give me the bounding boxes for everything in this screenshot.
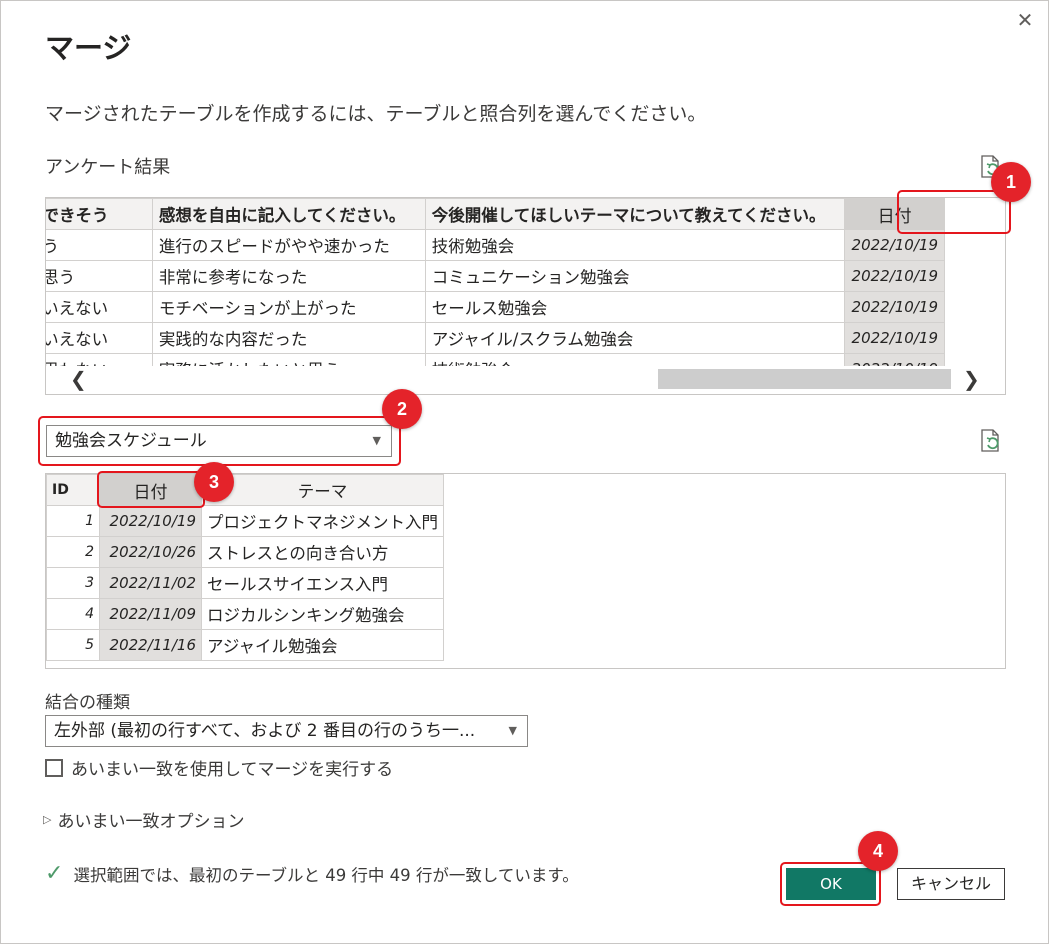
table-cell: セールスサイエンス入門	[201, 567, 444, 599]
table-row: もそう思う 非常に参考になった コミュニケーション勉強会 2022/10/19	[46, 260, 945, 292]
table-row: 5 2022/11/16 アジャイル勉強会	[46, 629, 444, 661]
expand-triangle-icon: ▷	[43, 813, 52, 826]
callout-badge-4: 4	[858, 831, 898, 871]
column-header[interactable]: に反映できそう	[46, 198, 153, 230]
callout-highlight-3	[97, 471, 205, 508]
table-cell: ストレスとの向き合い方	[201, 536, 444, 568]
table-cell-date: 2022/10/19	[844, 322, 945, 354]
table-cell: 技術勉強会	[424, 229, 846, 261]
table-cell: ロジカルシンキング勉強会	[201, 598, 444, 630]
horizontal-scrollbar[interactable]: ❮ ❯	[46, 366, 1004, 392]
table-row: 1 2022/10/19 プロジェクトマネジメント入門	[46, 505, 444, 537]
column-header[interactable]: 感想を自由に記入してください。	[151, 198, 426, 230]
table-cell-date: 2022/10/19	[844, 229, 945, 261]
table-row: らともいえない モチベーションが上がった セールス勉強会 2022/10/19	[46, 291, 945, 323]
table-cell: 進行のスピードがやや速かった	[151, 229, 426, 261]
table-row: そう思う 進行のスピードがやや速かった 技術勉強会 2022/10/19	[46, 229, 945, 261]
scroll-right-icon[interactable]: ❯	[963, 366, 980, 392]
table-cell-date: 2022/10/19	[844, 291, 945, 323]
chevron-down-icon: ▼	[508, 724, 517, 737]
table-cell: 実践的な内容だった	[151, 322, 426, 354]
callout-badge-2: 2	[382, 389, 422, 429]
first-table-name: アンケート結果	[45, 157, 171, 178]
table-row: らともいえない 実践的な内容だった アジャイル/スクラム勉強会 2022/10/…	[46, 322, 945, 354]
dialog-title: マージ	[45, 31, 132, 65]
table-cell-id: 5	[46, 629, 100, 661]
fuzzy-match-checkbox[interactable]	[45, 758, 63, 777]
join-kind-label: 結合の種類	[45, 693, 130, 713]
table-cell-id: 2	[46, 536, 100, 568]
scrollbar-thumb[interactable]	[658, 369, 951, 389]
table-cell: らともいえない	[46, 291, 153, 323]
column-header[interactable]: ID	[46, 474, 100, 506]
callout-highlight-4	[780, 862, 881, 906]
callout-badge-1: 1	[991, 162, 1031, 202]
checkmark-icon: ✓	[45, 861, 64, 886]
column-header[interactable]: テーマ	[201, 474, 444, 506]
table-cell-date: 2022/10/19	[844, 260, 945, 292]
table-cell: アジャイル/スクラム勉強会	[424, 322, 846, 354]
refresh-preview-icon[interactable]	[978, 428, 1004, 454]
table-cell: らともいえない	[46, 322, 153, 354]
scroll-left-icon[interactable]: ❮	[70, 366, 87, 392]
callout-badge-3: 3	[194, 462, 234, 502]
table-cell: コミュニケーション勉強会	[424, 260, 846, 292]
fuzzy-options-label: あいまい一致オプション	[57, 812, 245, 832]
dialog-subtitle: マージされたテーブルを作成するには、テーブルと照合列を選んでください。	[45, 103, 707, 125]
table-cell: プロジェクトマネジメント入門	[201, 505, 444, 537]
table-row: 2 2022/10/26 ストレスとの向き合い方	[46, 536, 444, 568]
table-cell: もそう思う	[46, 260, 153, 292]
table-cell-date: 2022/11/16	[99, 629, 202, 661]
fuzzy-options-expander[interactable]: ▷ あいまい一致オプション	[43, 807, 244, 832]
table-cell: 非常に参考になった	[151, 260, 426, 292]
merge-dialog: ✕ マージ マージされたテーブルを作成するには、テーブルと照合列を選んでください…	[0, 0, 1049, 944]
table-cell-id: 3	[46, 567, 100, 599]
match-status-text: 選択範囲では、最初のテーブルと 49 行中 49 行が一致しています。	[73, 865, 579, 885]
fuzzy-match-checkbox-row[interactable]: あいまい一致を使用してマージを実行する	[45, 755, 393, 780]
cancel-button[interactable]: キャンセル	[897, 868, 1005, 900]
table-row: 4 2022/11/09 ロジカルシンキング勉強会	[46, 598, 444, 630]
table-cell-date: 2022/10/19	[99, 505, 202, 537]
table-cell: そう思う	[46, 229, 153, 261]
table-cell-id: 4	[46, 598, 100, 630]
table-cell-date: 2022/10/26	[99, 536, 202, 568]
match-status: ✓ 選択範囲では、最初のテーブルと 49 行中 49 行が一致しています。	[45, 861, 579, 886]
column-header[interactable]: 今後開催してほしいテーマについて教えてください。	[424, 198, 846, 230]
callout-highlight-1	[897, 190, 1011, 234]
table-row: 3 2022/11/02 セールスサイエンス入門	[46, 567, 444, 599]
join-kind-dropdown[interactable]: 左外部 (最初の行すべて、および 2 番目の行のうち一... ▼	[45, 715, 528, 747]
close-icon[interactable]: ✕	[1014, 9, 1036, 31]
table-cell: モチベーションが上がった	[151, 291, 426, 323]
table-cell: セールス勉強会	[424, 291, 846, 323]
join-kind-selected: 左外部 (最初の行すべて、および 2 番目の行のうち一...	[54, 721, 476, 741]
table-cell: アジャイル勉強会	[201, 629, 444, 661]
table-cell-id: 1	[46, 505, 100, 537]
table-cell-date: 2022/11/09	[99, 598, 202, 630]
table-cell-date: 2022/11/02	[99, 567, 202, 599]
callout-highlight-2	[38, 416, 401, 466]
fuzzy-match-label: あいまい一致を使用してマージを実行する	[71, 760, 394, 780]
